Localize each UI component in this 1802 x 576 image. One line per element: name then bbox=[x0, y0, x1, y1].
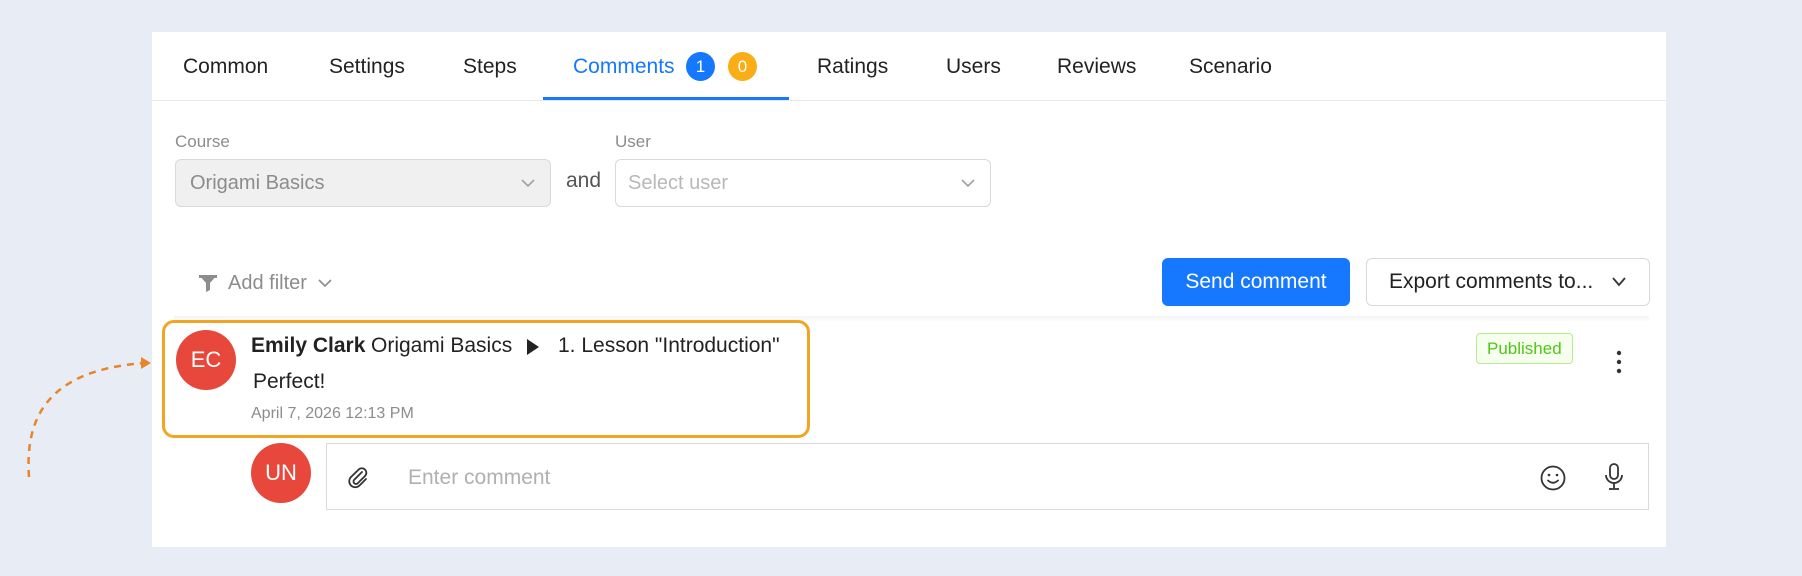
comments-count-badge: 1 bbox=[686, 52, 715, 81]
add-filter-label: Add filter bbox=[228, 271, 307, 294]
more-vertical-icon[interactable] bbox=[1607, 349, 1631, 375]
course-select[interactable]: Origami Basics bbox=[175, 159, 551, 207]
paperclip-icon[interactable] bbox=[346, 465, 370, 489]
comment-input[interactable] bbox=[406, 458, 1510, 498]
course-select-value: Origami Basics bbox=[190, 172, 325, 194]
tab-steps[interactable]: Steps bbox=[463, 32, 517, 100]
microphone-icon[interactable] bbox=[1602, 462, 1626, 492]
send-comment-button[interactable]: Send comment bbox=[1162, 258, 1350, 306]
comment-text: Perfect! bbox=[253, 370, 326, 393]
filter-icon bbox=[199, 275, 217, 292]
tab-settings[interactable]: Settings bbox=[329, 32, 405, 100]
tab-bar: Common Settings Steps Comments 1 0 Ratin… bbox=[152, 32, 1666, 101]
export-comments-dropdown[interactable]: Export comments to... bbox=[1366, 258, 1650, 306]
chevron-down-icon bbox=[1612, 277, 1626, 287]
tab-reviews[interactable]: Reviews bbox=[1057, 32, 1136, 100]
user-select-placeholder: Select user bbox=[628, 172, 729, 194]
comment-lesson[interactable]: 1. Lesson "Introduction" bbox=[558, 334, 780, 358]
tab-comments[interactable]: Comments bbox=[573, 32, 675, 100]
chevron-down-icon bbox=[318, 279, 332, 288]
active-tab-indicator bbox=[543, 97, 789, 100]
comment-date: April 7, 2026 12:13 PM bbox=[251, 405, 414, 422]
tab-scenario[interactable]: Scenario bbox=[1189, 32, 1272, 100]
user-filter-label: User bbox=[615, 132, 651, 151]
comment-course[interactable]: Origami Basics bbox=[371, 334, 512, 358]
comments-pending-badge: 0 bbox=[728, 52, 757, 81]
annotation-arrow bbox=[27, 357, 151, 478]
status-badge: Published bbox=[1476, 333, 1573, 364]
add-filter-button[interactable]: Add filter bbox=[198, 268, 333, 298]
chevron-down-icon bbox=[521, 179, 535, 188]
export-comments-label: Export comments to... bbox=[1389, 270, 1594, 293]
comment-author[interactable]: Emily Clark bbox=[251, 334, 365, 358]
emoji-icon[interactable] bbox=[1539, 464, 1567, 492]
filter-joiner: and bbox=[566, 169, 602, 192]
tab-common[interactable]: Common bbox=[183, 32, 268, 100]
tab-users[interactable]: Users bbox=[946, 32, 1001, 100]
avatar: EC bbox=[176, 330, 236, 390]
tab-ratings[interactable]: Ratings bbox=[817, 32, 888, 100]
caret-right-icon bbox=[527, 339, 539, 355]
current-user-avatar: UN bbox=[251, 443, 311, 503]
user-select[interactable]: Select user bbox=[615, 159, 991, 207]
course-filter-label: Course bbox=[175, 132, 230, 151]
chevron-down-icon bbox=[961, 179, 975, 188]
